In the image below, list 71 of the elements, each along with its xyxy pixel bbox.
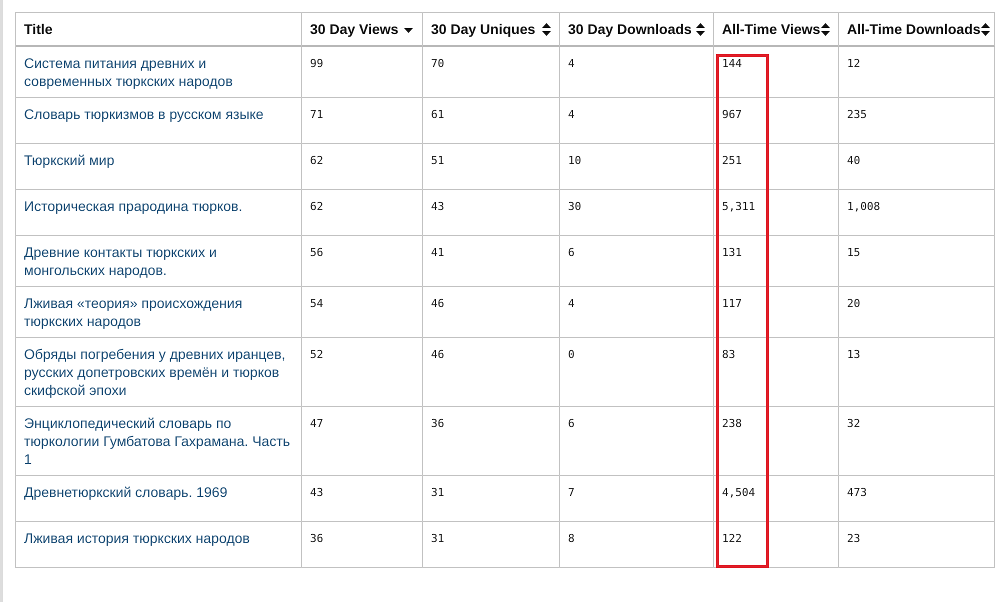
table-cell: 83 — [722, 348, 736, 361]
table-cell: 70 — [431, 57, 444, 70]
table-cell: 62 — [310, 200, 324, 213]
table-cell: 4 — [568, 57, 575, 70]
table-cell: 20 — [847, 297, 860, 310]
table-cell: 47 — [310, 417, 324, 430]
table-cell: 36 — [310, 532, 324, 545]
title-link[interactable]: Древние контакты тюркских и монгольских народов. — [24, 243, 293, 279]
table-cell: 31 — [431, 532, 444, 545]
title-link[interactable]: Лживая «теория» происхождения тюркских народов — [24, 294, 293, 330]
table-cell: 0 — [568, 348, 575, 361]
table-cell: 23 — [847, 532, 860, 545]
column-header[interactable]: Title — [24, 21, 53, 37]
title-link[interactable]: Древнетюркский словарь. 1969 — [24, 483, 293, 501]
table-cell: 1,008 — [847, 200, 880, 213]
table-cell: 13 — [847, 348, 860, 361]
table-cell: 43 — [310, 486, 324, 499]
table-cell: 52 — [310, 348, 324, 361]
column-header[interactable]: 30 Day Uniques — [431, 21, 536, 37]
table-cell: 5,311 — [722, 200, 756, 213]
table-cell: 12 — [847, 57, 860, 70]
table-cell: 235 — [847, 108, 867, 121]
table-cell: 10 — [568, 154, 582, 167]
sort-icon[interactable] — [542, 22, 551, 36]
table-cell: 99 — [310, 57, 324, 70]
table-cell: 4 — [568, 297, 575, 310]
table-cell: 122 — [722, 532, 742, 545]
column-header[interactable]: All-Time Downloads — [847, 21, 981, 37]
table-cell: 40 — [847, 154, 860, 167]
table-cell: 6 — [568, 417, 575, 430]
table-cell: 36 — [431, 417, 444, 430]
column-header[interactable]: All-Time Views — [722, 21, 820, 37]
table-cell: 15 — [847, 246, 860, 259]
table-cell: 7 — [568, 486, 575, 499]
column-header[interactable]: 30 Day Downloads — [568, 21, 692, 37]
table-cell: 473 — [847, 486, 867, 499]
table-cell: 62 — [310, 154, 324, 167]
title-link[interactable]: Система питания древних и современных тюркских народов — [24, 54, 293, 90]
table-cell: 117 — [722, 297, 742, 310]
table-cell: 71 — [310, 108, 324, 121]
table-cell: 31 — [431, 486, 444, 499]
table-cell: 6 — [568, 246, 575, 259]
table-cell: 46 — [431, 297, 444, 310]
table-cell: 30 — [568, 200, 582, 213]
table-cell: 43 — [431, 200, 444, 213]
title-link[interactable]: Лживая история тюркских народов — [24, 529, 293, 547]
title-link[interactable]: Обряды погребения у древних иранцев, русских допетровских времён и тюрков скифской эпохи — [24, 345, 293, 399]
table-cell: 51 — [431, 154, 444, 167]
title-link[interactable]: Словарь тюркизмов в русском языке — [24, 105, 293, 123]
table-cell: 61 — [431, 108, 444, 121]
table-cell: 4 — [568, 108, 575, 121]
table-cell: 54 — [310, 297, 324, 310]
title-link[interactable]: Тюркский мир — [24, 151, 293, 169]
table-cell: 238 — [722, 417, 742, 430]
table-cell: 46 — [431, 348, 444, 361]
sort-descending-icon[interactable] — [403, 26, 414, 32]
table-cell: 251 — [722, 154, 742, 167]
sort-icon[interactable] — [980, 22, 990, 36]
table-cell: 41 — [431, 246, 444, 259]
sort-icon[interactable] — [696, 22, 705, 36]
column-header[interactable]: 30 Day Views — [310, 21, 398, 37]
table-cell: 131 — [722, 246, 742, 259]
table-cell: 4,504 — [722, 486, 756, 499]
title-link[interactable]: Историческая прародина тюрков. — [24, 197, 293, 215]
table-cell: 32 — [847, 417, 860, 430]
table-cell: 8 — [568, 532, 575, 545]
title-link[interactable]: Энциклопедический словарь по тюркологии Гумбатова Гахрамана. Часть 1 — [24, 414, 293, 468]
sort-icon[interactable] — [821, 22, 830, 36]
table-cell: 144 — [722, 57, 742, 70]
table-cell: 967 — [722, 108, 742, 121]
table-cell: 56 — [310, 246, 324, 259]
